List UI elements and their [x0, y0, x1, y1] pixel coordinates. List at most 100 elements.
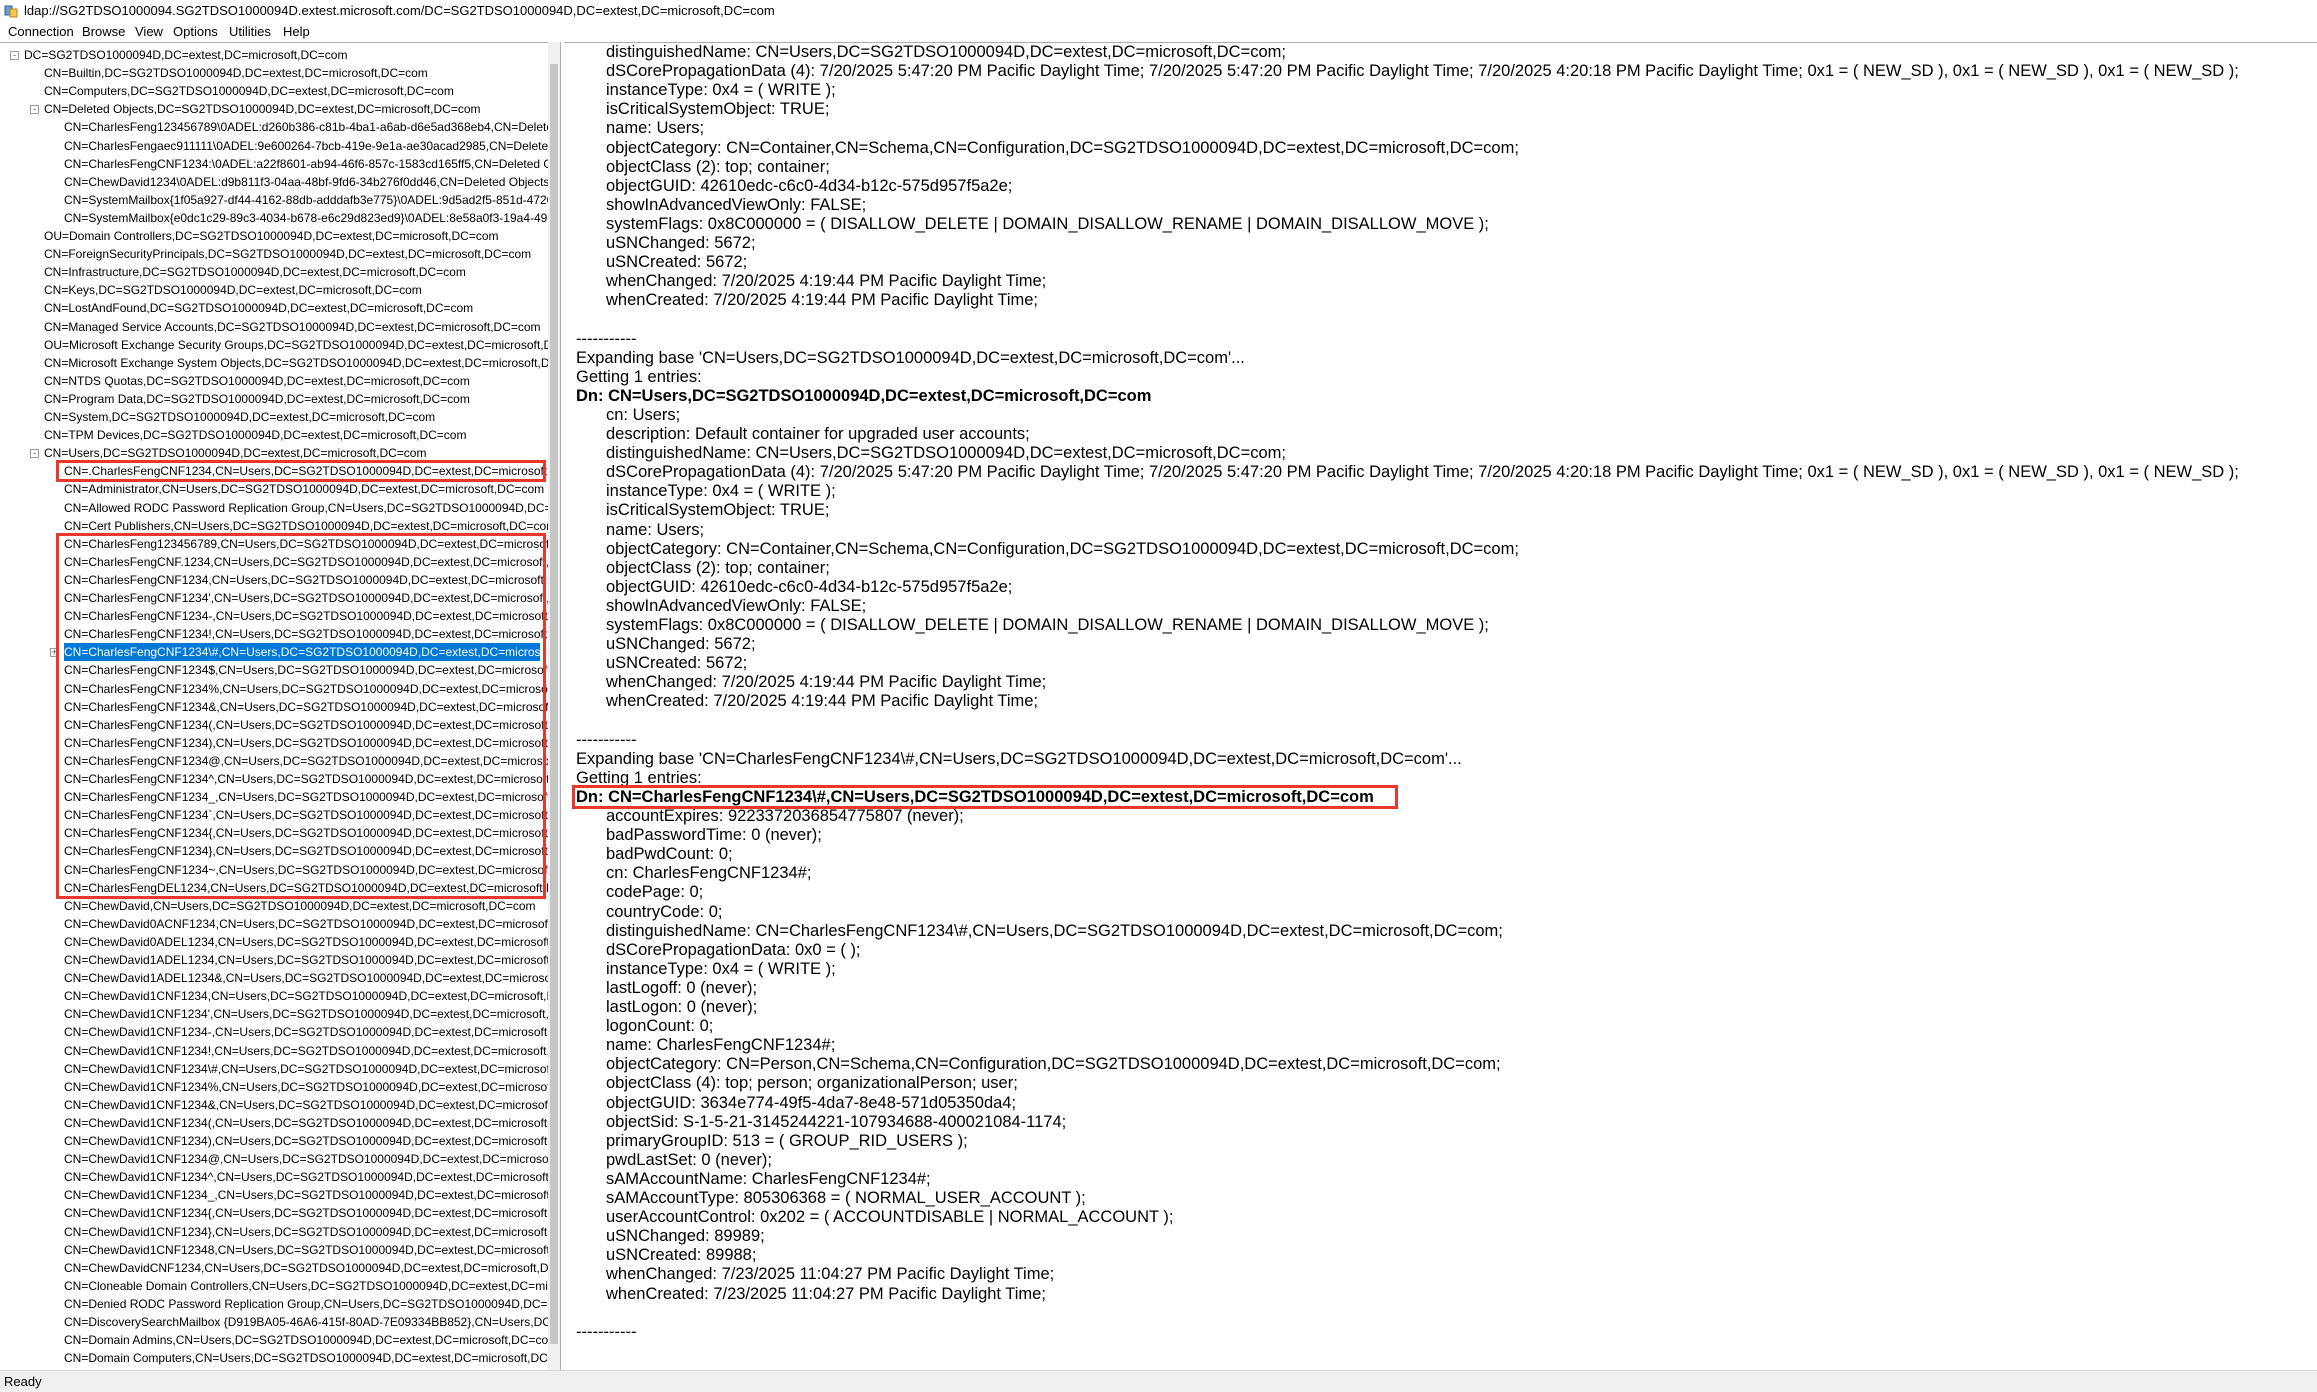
tree-item[interactable]: CN=Managed Service Accounts,DC=SG2TDSO10…	[44, 318, 541, 336]
collapse-icon[interactable]: -	[30, 449, 39, 459]
tree-item[interactable]: CN=CharlesFengCNF1234},CN=Users,DC=SG2TD…	[64, 842, 548, 860]
detail-line: description: Default container for upgra…	[606, 425, 1030, 443]
tree-item[interactable]: CN=Domain Admins,CN=Users,DC=SG2TDSO1000…	[64, 1331, 548, 1349]
tree-item[interactable]: CN=Deleted Objects,DC=SG2TDSO1000094D,DC…	[44, 100, 481, 118]
menu-view[interactable]: View	[135, 22, 163, 42]
tree-item[interactable]: DC=SG2TDSO1000094D,DC=extest,DC=microsof…	[24, 46, 347, 64]
tree-item[interactable]: CN=ChewDavid1CNF1234!,CN=Users,DC=SG2TDS…	[64, 1042, 548, 1060]
collapse-icon[interactable]: -	[30, 105, 39, 115]
tree-item[interactable]: CN=CharlesFengCNF1234:\0ADEL:a22f8601-ab…	[64, 155, 548, 173]
detail-line: badPwdCount: 0;	[606, 845, 733, 864]
detail-line: badPasswordTime: 0 (never);	[606, 826, 822, 845]
tree-item[interactable]: CN=ChewDavid1CNF1234{,CN=Users,DC=SG2TDS…	[64, 1204, 548, 1222]
tree-item[interactable]: CN=NTDS Quotas,DC=SG2TDSO1000094D,DC=ext…	[44, 372, 470, 390]
detail-line: sAMAccountName: CharlesFengCNF1234#;	[606, 1169, 931, 1188]
tree-item[interactable]: CN=CharlesFengCNF1234^,CN=Users,DC=SG2TD…	[64, 770, 548, 788]
tree-item[interactable]: CN=ChewDavid1CNF1234_,CN=Users,DC=SG2TDS…	[64, 1186, 548, 1204]
tree-item[interactable]: CN=ChewDavid1CNF1234},CN=Users,DC=SG2TDS…	[64, 1223, 548, 1241]
tree-item[interactable]: CN=ChewDavid1ADEL1234,CN=Users,DC=SG2TDS…	[64, 951, 548, 969]
tree-item[interactable]: CN=ChewDavid1CNF1234&,CN=Users,DC=SG2TDS…	[64, 1096, 548, 1114]
tree-item[interactable]: CN=TPM Devices,DC=SG2TDSO1000094D,DC=ext…	[44, 426, 466, 444]
tree-item[interactable]: CN=ChewDavid1234\0ADEL:d9b811f3-04aa-48b…	[64, 173, 548, 191]
tree-item-selected[interactable]: CN=CharlesFengCNF1234\#,CN=Users,DC=SG2T…	[64, 643, 540, 662]
tree-item[interactable]: CN=CharlesFengCNF1234(,CN=Users,DC=SG2TD…	[64, 716, 548, 734]
tree-item[interactable]: CN=SystemMailbox{1f05a927-df44-4162-88db…	[64, 191, 548, 209]
tree-item[interactable]: CN=CharlesFeng123456789,CN=Users,DC=SG2T…	[64, 535, 548, 553]
menu-utilities[interactable]: Utilities	[229, 22, 271, 42]
tree-item[interactable]: CN=ChewDavid1CNF1234(,CN=Users,DC=SG2TDS…	[64, 1114, 548, 1132]
tree-item[interactable]: CN=ChewDavid1CNF1234^,CN=Users,DC=SG2TDS…	[64, 1168, 548, 1186]
tree-item[interactable]: CN=ChewDavid,CN=Users,DC=SG2TDSO1000094D…	[64, 897, 536, 915]
tree-scrollbar-thumb[interactable]	[550, 64, 558, 1344]
tree-item[interactable]: CN=CharlesFengCNF1234!,CN=Users,DC=SG2TD…	[64, 625, 548, 643]
tree-item[interactable]: CN=ChewDavid1CNF1234@,CN=Users,DC=SG2TDS…	[64, 1150, 548, 1168]
tree-item[interactable]: CN=Cert Publishers,CN=Users,DC=SG2TDSO10…	[64, 517, 548, 535]
tree-item[interactable]: CN=CharlesFengDEL1234,CN=Users,DC=SG2TDS…	[64, 879, 548, 897]
tree-item[interactable]: CN=ChewDavidCNF1234,CN=Users,DC=SG2TDSO1…	[64, 1259, 548, 1277]
tree-item[interactable]: CN=Users,DC=SG2TDSO1000094D,DC=extest,DC…	[44, 444, 426, 462]
tree-item[interactable]: CN=Builtin,DC=SG2TDSO1000094D,DC=extest,…	[44, 64, 428, 82]
tree-item[interactable]: CN=Keys,DC=SG2TDSO1000094D,DC=extest,DC=…	[44, 281, 422, 299]
detail-line: lastLogon: 0 (never);	[606, 998, 758, 1016]
tree-item[interactable]: OU=Microsoft Exchange Security Groups,DC…	[44, 336, 548, 354]
tree-item[interactable]: CN=Cloneable Domain Controllers,CN=Users…	[64, 1277, 548, 1295]
collapse-icon[interactable]: -	[10, 51, 19, 60]
tree-view[interactable]: DC=SG2TDSO1000094D,DC=extest,DC=microsof…	[0, 42, 549, 1371]
tree-item[interactable]: CN=ChewDavid1CNF1234-,CN=Users,DC=SG2TDS…	[64, 1023, 548, 1041]
tree-item[interactable]: CN=Denied RODC Password Replication Grou…	[64, 1295, 548, 1313]
menu-connection[interactable]: Connection	[8, 22, 74, 42]
detail-line: dSCorePropagationData (4): 7/20/2025 5:4…	[606, 463, 2239, 482]
detail-line: dSCorePropagationData (4): 7/20/2025 5:4…	[606, 62, 2239, 81]
tree-item[interactable]: CN=CharlesFengCNF1234',CN=Users,DC=SG2TD…	[64, 589, 548, 607]
tree-item[interactable]: CN=Computers,DC=SG2TDSO1000094D,DC=extes…	[44, 82, 454, 100]
tree-item[interactable]: CN=Administrator,CN=Users,DC=SG2TDSO1000…	[64, 480, 544, 498]
tree-item[interactable]: CN=ChewDavid1CNF1234',CN=Users,DC=SG2TDS…	[64, 1005, 548, 1023]
detail-line: showInAdvancedViewOnly: FALSE;	[606, 195, 867, 214]
tree-item[interactable]: CN=CharlesFengCNF1234~,CN=Users,DC=SG2TD…	[64, 861, 548, 879]
tree-item[interactable]: CN=CharlesFengCNF1234`,CN=Users,DC=SG2TD…	[64, 806, 548, 824]
tree-item[interactable]: CN=CharlesFengCNF1234{,CN=Users,DC=SG2TD…	[64, 824, 548, 842]
tree-item[interactable]: CN=CharlesFeng123456789\0ADEL:d260b386-c…	[64, 118, 548, 136]
tree-item[interactable]: CN=Microsoft Exchange System Objects,DC=…	[44, 354, 548, 372]
tree-item[interactable]: CN=ChewDavid1CNF1234),CN=Users,DC=SG2TDS…	[64, 1132, 548, 1150]
tree-item[interactable]: CN=CharlesFengCNF1234-,CN=Users,DC=SG2TD…	[64, 607, 548, 625]
tree-item[interactable]: CN=ChewDavid0ACNF1234,CN=Users,DC=SG2TDS…	[64, 915, 548, 933]
tree-item[interactable]: CN=.CharlesFengCNF1234,CN=Users,DC=SG2TD…	[64, 462, 548, 480]
tree-item[interactable]: CN=CharlesFengCNF.1234,CN=Users,DC=SG2TD…	[64, 553, 548, 571]
tree-item[interactable]: CN=CharlesFengCNF1234),CN=Users,DC=SG2TD…	[64, 734, 548, 752]
tree-item[interactable]: CN=ChewDavid1CNF1234,CN=Users,DC=SG2TDSO…	[64, 987, 548, 1005]
tree-item[interactable]: CN=CharlesFengCNF1234,CN=Users,DC=SG2TDS…	[64, 571, 548, 589]
tree-scrollbar[interactable]	[548, 42, 561, 1370]
tree-item[interactable]: CN=ChewDavid1CNF12348,CN=Users,DC=SG2TDS…	[64, 1241, 548, 1259]
tree-item[interactable]: CN=CharlesFengCNF1234@,CN=Users,DC=SG2TD…	[64, 752, 548, 770]
tree-item[interactable]: CN=ForeignSecurityPrincipals,DC=SG2TDSO1…	[44, 245, 531, 263]
tree-item[interactable]: CN=ChewDavid1ADEL1234&,CN=Users,DC=SG2TD…	[64, 969, 548, 987]
tree-item[interactable]: CN=CharlesFengCNF1234$,CN=Users,DC=SG2TD…	[64, 661, 548, 679]
tree-item[interactable]: CN=CharlesFengCNF1234%,CN=Users,DC=SG2TD…	[64, 680, 548, 698]
detail-line: countryCode: 0;	[606, 902, 723, 921]
tree-item[interactable]: CN=CharlesFengCNF1234&,CN=Users,DC=SG2TD…	[64, 698, 548, 716]
detail-line: uSNChanged: 5672;	[606, 234, 756, 252]
tree-item[interactable]: OU=Domain Controllers,DC=SG2TDSO1000094D…	[44, 227, 499, 245]
tree-item[interactable]: CN=DiscoverySearchMailbox {D919BA05-46A6…	[64, 1313, 548, 1331]
expand-icon[interactable]: +	[50, 648, 59, 658]
tree-item[interactable]: CN=ChewDavid1CNF1234%,CN=Users,DC=SG2TDS…	[64, 1078, 548, 1096]
tree-item[interactable]: CN=LostAndFound,DC=SG2TDSO1000094D,DC=ex…	[44, 299, 473, 317]
tree-item[interactable]: CN=SystemMailbox{e0dc1c29-89c3-4034-b678…	[64, 209, 548, 227]
detail-line: lastLogoff: 0 (never);	[606, 978, 758, 997]
detail-line: objectCategory: CN=Container,CN=Schema,C…	[606, 539, 1519, 558]
tree-item[interactable]: CN=ChewDavid0ADEL1234,CN=Users,DC=SG2TDS…	[64, 933, 548, 951]
detail-line: codePage: 0;	[606, 883, 704, 902]
menu-browse[interactable]: Browse	[82, 22, 125, 42]
tree-item[interactable]: CN=Infrastructure,DC=SG2TDSO1000094D,DC=…	[44, 263, 466, 281]
tree-item[interactable]: CN=Allowed RODC Password Replication Gro…	[64, 499, 548, 517]
tree-item[interactable]: CN=CharlesFengaec911111\0ADEL:9e600264-7…	[64, 137, 548, 155]
details-pane[interactable]: distinguishedName: CN=Users,DC=SG2TDSO10…	[564, 42, 2317, 1371]
tree-item[interactable]: CN=Program Data,DC=SG2TDSO1000094D,DC=ex…	[44, 390, 470, 408]
tree-item[interactable]: CN=ChewDavid1CNF1234\#,CN=Users,DC=SG2TD…	[64, 1060, 548, 1078]
tree-item[interactable]: CN=CharlesFengCNF1234_,CN=Users,DC=SG2TD…	[64, 788, 548, 806]
tree-item[interactable]: CN=Domain Computers,CN=Users,DC=SG2TDSO1…	[64, 1349, 548, 1367]
menu-help[interactable]: Help	[283, 22, 310, 42]
tree-item[interactable]: CN=System,DC=SG2TDSO1000094D,DC=extest,D…	[44, 408, 435, 426]
menu-options[interactable]: Options	[173, 22, 218, 42]
